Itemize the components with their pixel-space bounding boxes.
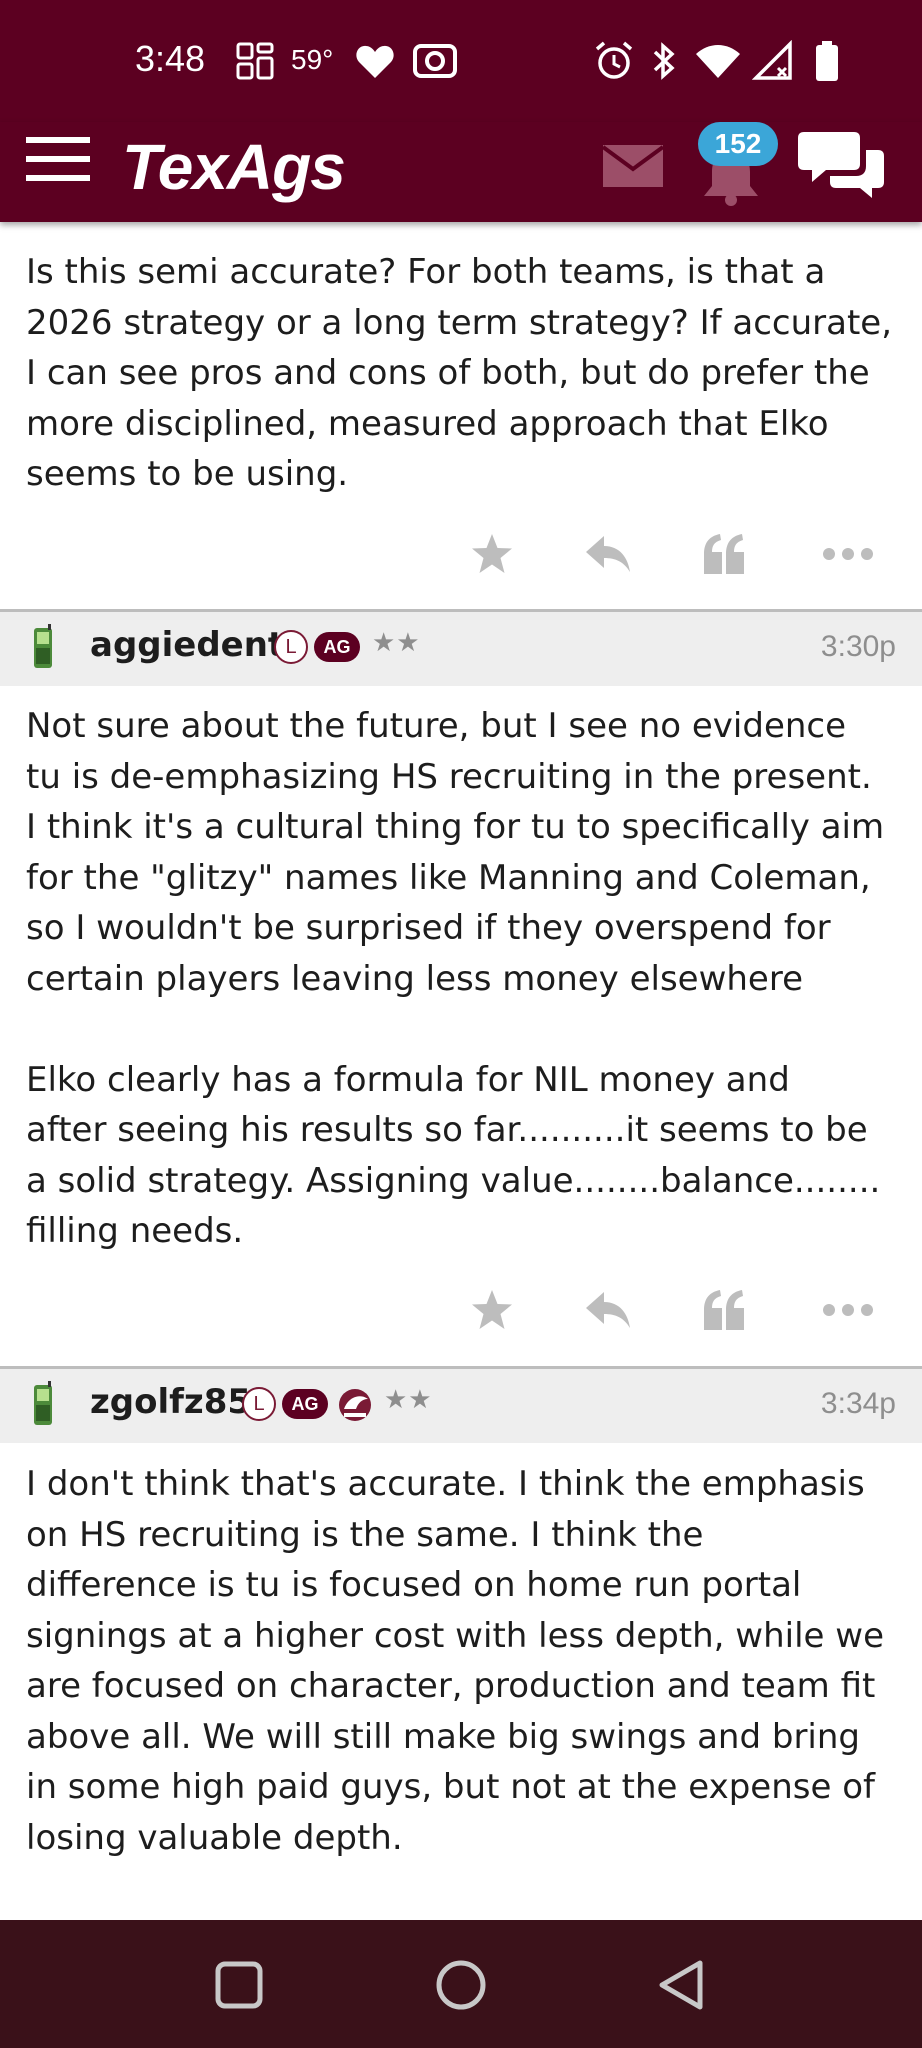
wifi-icon [696, 45, 740, 78]
battery-icon [816, 41, 838, 81]
post-header: aggiedent L AG ★★ 3:30p [0, 612, 922, 686]
post-time: 3:34p [820, 1387, 896, 1420]
status-time: 3:48 [135, 38, 206, 79]
star-button[interactable] [462, 524, 522, 584]
star-icon [472, 1290, 512, 1329]
user-stars: ★★ [384, 1385, 433, 1415]
menu-icon[interactable] [24, 134, 92, 184]
star-icon [472, 534, 512, 573]
alarm-icon [595, 41, 633, 79]
star-button[interactable] [462, 1280, 522, 1340]
post-body: I don't think that's accurate. I think t… [26, 1464, 885, 1858]
mail-icon[interactable] [602, 144, 664, 188]
username[interactable]: aggiedent [90, 625, 284, 665]
post-actions [0, 524, 922, 584]
more-button[interactable] [818, 1280, 878, 1340]
reply-icon [586, 1292, 630, 1328]
quote-button[interactable] [694, 1280, 754, 1340]
phone-icon [34, 624, 52, 668]
reply-button[interactable] [578, 1280, 638, 1340]
more-icon [823, 548, 873, 560]
username[interactable]: zgolfz85 [90, 1382, 251, 1422]
chat-icon[interactable] [798, 128, 884, 200]
home-icon[interactable] [434, 1958, 488, 2012]
back-icon[interactable] [656, 1958, 706, 2012]
user-stars: ★★ [372, 628, 421, 658]
heart-icon [356, 45, 394, 78]
post-header: zgolfz85 L AG ★★ 3:34p [0, 1369, 922, 1443]
reply-button[interactable] [578, 524, 638, 584]
texags-logo[interactable]: TexAgs [122, 130, 346, 204]
ag-badge: AG [314, 632, 360, 662]
camera-icon [413, 44, 457, 78]
bluetooth-icon [653, 42, 675, 80]
ag-badge: AG [282, 1389, 328, 1419]
status-temperature: 59° [291, 44, 334, 75]
post-time: 3:30p [820, 630, 896, 663]
lifetime-badge: L [242, 1387, 276, 1421]
grid-icon [236, 42, 274, 80]
app-header: TexAgs 152 [0, 122, 922, 222]
more-icon [823, 1304, 873, 1316]
reply-icon [586, 536, 630, 572]
quote-icon [704, 1290, 744, 1330]
phone-icon [34, 1381, 52, 1425]
quote-button[interactable] [694, 524, 754, 584]
system-nav-bar [0, 1920, 922, 2048]
more-button[interactable] [818, 524, 878, 584]
post-body: Not sure about the future, but I see no … [26, 706, 885, 1251]
lifetime-badge: L [274, 630, 308, 664]
signal-icon [752, 40, 792, 80]
post-body: Is this semi accurate? For both teams, i… [26, 252, 893, 494]
status-bar: 3:48 59° [0, 0, 922, 122]
team-logo-icon [339, 1389, 371, 1421]
recents-icon[interactable] [214, 1960, 264, 2010]
quote-icon [704, 534, 744, 574]
post-actions [0, 1280, 922, 1340]
notification-count-badge: 152 [698, 122, 778, 166]
